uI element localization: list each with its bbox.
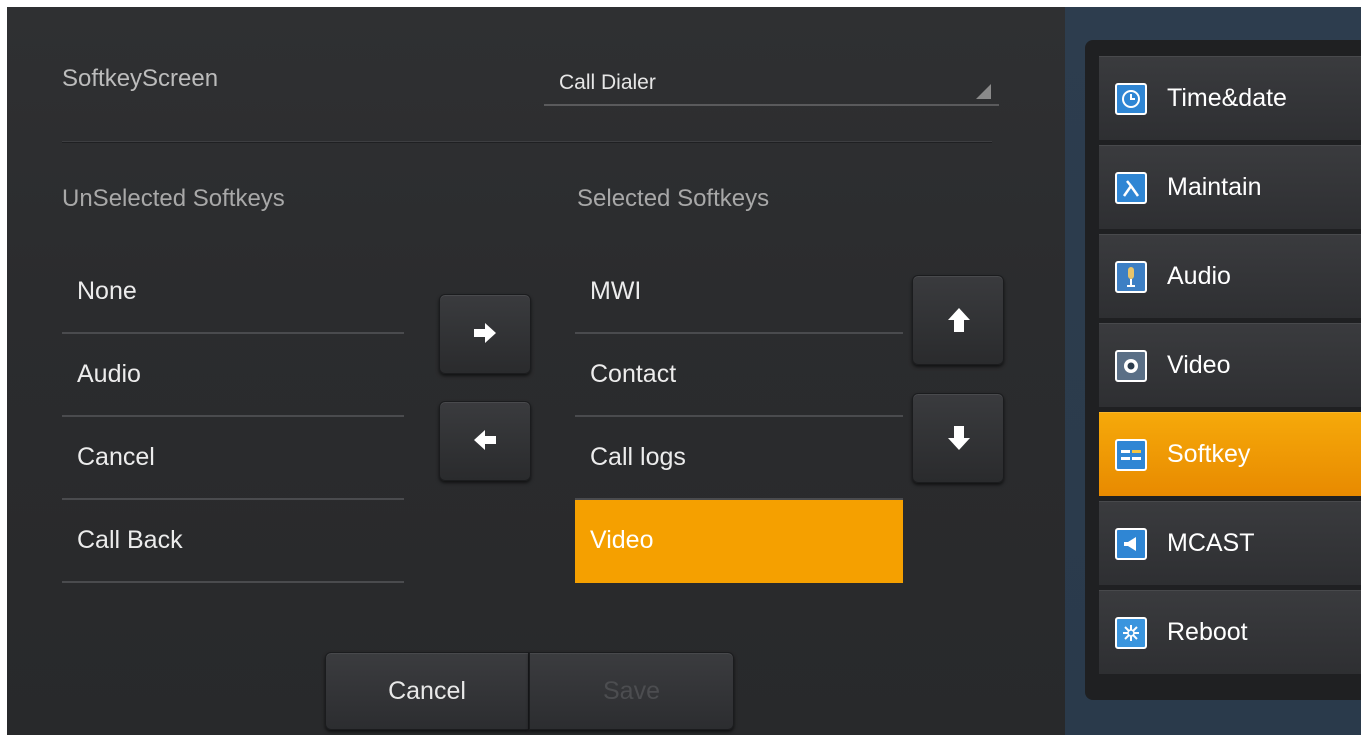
menu-label: Reboot bbox=[1167, 618, 1248, 646]
selected-item[interactable]: Call logs bbox=[575, 417, 903, 500]
tools-icon bbox=[1115, 172, 1147, 204]
softkey-screen-value: Call Dialer bbox=[559, 71, 656, 94]
menu-label: Softkey bbox=[1167, 440, 1251, 468]
unselected-item[interactable]: Dial bbox=[62, 583, 404, 613]
arrow-right-icon bbox=[474, 323, 496, 343]
menu-item-video[interactable]: Video bbox=[1099, 323, 1361, 407]
menu-item-reboot[interactable]: Reboot bbox=[1099, 590, 1361, 674]
arrow-down-icon bbox=[948, 426, 970, 450]
menu-label: Time&date bbox=[1167, 84, 1287, 112]
menu-label: Maintain bbox=[1167, 173, 1262, 201]
unselected-item[interactable]: Cancel bbox=[62, 417, 404, 500]
arrow-up-icon bbox=[948, 308, 970, 332]
selected-softkeys-header: Selected Softkeys bbox=[577, 185, 770, 212]
reboot-icon bbox=[1115, 617, 1147, 649]
unselected-softkeys-header: UnSelected Softkeys bbox=[62, 185, 285, 212]
selected-item[interactable]: Contact bbox=[575, 334, 903, 417]
arrow-left-icon bbox=[474, 430, 496, 450]
selected-softkeys-list[interactable]: MWI Contact Call logs Video Forward bbox=[575, 251, 903, 613]
softkey-icon bbox=[1115, 439, 1147, 471]
menu-item-time-date[interactable]: Time&date bbox=[1099, 56, 1361, 140]
remove-softkey-button[interactable] bbox=[439, 401, 531, 481]
megaphone-icon bbox=[1115, 528, 1147, 560]
menu-label: MCAST bbox=[1167, 529, 1255, 557]
header-divider bbox=[62, 141, 992, 143]
save-button[interactable]: Save bbox=[529, 652, 734, 730]
microphone-icon bbox=[1115, 261, 1147, 293]
softkey-settings-panel: SoftkeyScreen Call Dialer UnSelected Sof… bbox=[7, 7, 1065, 735]
menu-item-mcast[interactable]: MCAST bbox=[1099, 501, 1361, 585]
softkey-screen-label: SoftkeyScreen bbox=[62, 65, 219, 92]
menu-item-maintain[interactable]: Maintain bbox=[1099, 145, 1361, 229]
menu-label: Video bbox=[1167, 351, 1231, 379]
menu-item-softkey[interactable]: Softkey bbox=[1099, 412, 1361, 496]
unselected-item[interactable]: Call Back bbox=[62, 500, 404, 583]
move-down-button[interactable] bbox=[912, 393, 1004, 483]
unselected-softkeys-list[interactable]: None Audio Cancel Call Back Dial bbox=[62, 251, 404, 613]
selected-item-active[interactable]: Video bbox=[575, 500, 903, 583]
selected-item[interactable]: Forward bbox=[575, 583, 903, 613]
unselected-item[interactable]: None bbox=[62, 251, 404, 334]
move-up-button[interactable] bbox=[912, 275, 1004, 365]
menu-label: Audio bbox=[1167, 262, 1231, 290]
cancel-button[interactable]: Cancel bbox=[325, 652, 529, 730]
dropdown-arrow-icon bbox=[976, 84, 991, 99]
selected-item[interactable]: MWI bbox=[575, 251, 903, 334]
add-softkey-button[interactable] bbox=[439, 294, 531, 374]
unselected-item[interactable]: Audio bbox=[62, 334, 404, 417]
clock-icon bbox=[1115, 83, 1147, 115]
camera-icon bbox=[1115, 350, 1147, 382]
settings-menu: Time&date Maintain Audio Video Softkey M… bbox=[1085, 40, 1361, 700]
menu-item-audio[interactable]: Audio bbox=[1099, 234, 1361, 318]
softkey-screen-dropdown[interactable]: Call Dialer bbox=[544, 62, 999, 106]
